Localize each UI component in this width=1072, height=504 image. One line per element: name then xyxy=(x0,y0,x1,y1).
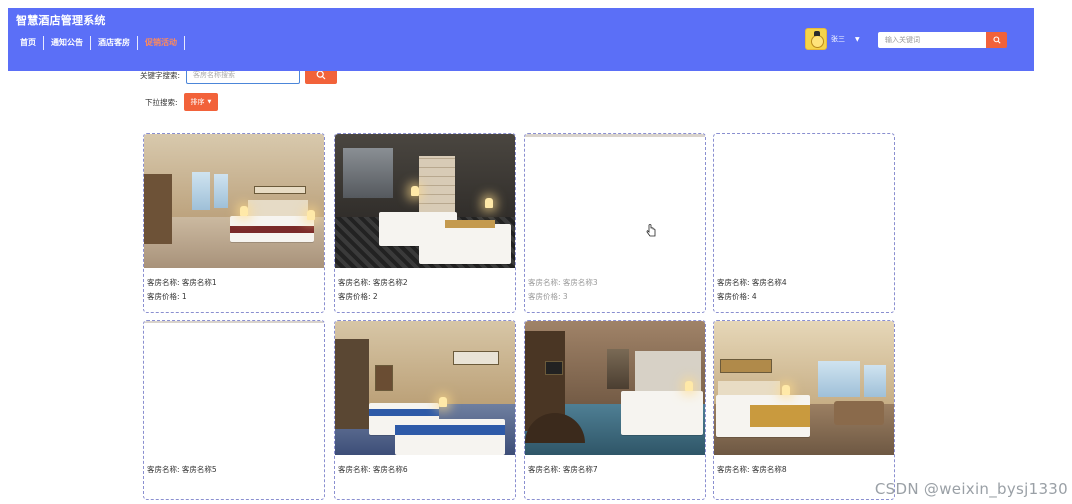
caret-down-icon: ▼ xyxy=(207,99,212,105)
sort-dropdown-button[interactable]: 排序 ▼ xyxy=(183,93,219,111)
room-price: 客房价格: 2 xyxy=(338,292,378,301)
nav-item-promotions[interactable]: 促销活动 xyxy=(138,36,185,50)
main-nav: 首页 通知公告 酒店客房 促销活动 xyxy=(16,34,185,52)
header-search xyxy=(878,32,1007,48)
room-price: 客房价格: 1 xyxy=(147,292,187,301)
header-search-input[interactable] xyxy=(878,32,986,48)
hotel-room-list-page: 智慧酒店管理系统 首页 通知公告 酒店客房 促销活动 张三 ▼ 关键字搜索: 下… xyxy=(0,0,1072,504)
room-photo xyxy=(525,321,705,455)
room-photo-placeholder xyxy=(525,134,705,268)
user-menu[interactable]: 张三 ▼ xyxy=(805,28,860,50)
room-card[interactable]: 客房名称: 客房名称8 xyxy=(713,320,895,500)
username[interactable]: 张三 xyxy=(831,34,845,44)
nav-item-notices[interactable]: 通知公告 xyxy=(44,36,91,50)
room-name: 客房名称: 客房名称1 xyxy=(147,278,217,287)
room-card[interactable]: 客房名称: 客房名称4 客房价格: 4 xyxy=(713,133,895,313)
sort-label: 排序 xyxy=(190,98,205,106)
site-title: 智慧酒店管理系统 xyxy=(16,14,106,27)
room-price: 客房价格: 4 xyxy=(717,292,757,301)
room-photo xyxy=(335,134,515,268)
room-price: 客房价格: 3 xyxy=(528,292,568,301)
room-photo xyxy=(714,321,894,455)
room-photo xyxy=(144,134,324,268)
keyword-filter-label: 关键字搜索: xyxy=(140,70,181,80)
room-card[interactable]: 客房名称: 客房名称7 xyxy=(524,320,706,500)
room-name: 客房名称: 客房名称7 xyxy=(528,465,598,474)
room-card[interactable]: 客房名称: 客房名称3 客房价格: 3 xyxy=(524,133,706,313)
hand-cursor-icon xyxy=(646,224,656,237)
room-name: 客房名称: 客房名称6 xyxy=(338,465,408,474)
room-name: 客房名称: 客房名称2 xyxy=(338,278,408,287)
top-header: 智慧酒店管理系统 首页 通知公告 酒店客房 促销活动 张三 ▼ xyxy=(8,8,1034,71)
room-name: 客房名称: 客房名称8 xyxy=(717,465,787,474)
nav-item-home[interactable]: 首页 xyxy=(16,36,44,50)
header-search-button[interactable] xyxy=(986,32,1007,48)
room-card[interactable]: 客房名称: 客房名称2 客房价格: 2 xyxy=(334,133,516,313)
room-photo xyxy=(335,321,515,455)
room-photo-placeholder xyxy=(144,321,324,455)
watermark: CSDN @weixin_bysj1330 xyxy=(874,480,1068,498)
dropdown-filter-label: 下拉搜索: xyxy=(145,97,178,107)
nav-item-rooms[interactable]: 酒店客房 xyxy=(91,36,138,50)
search-icon xyxy=(316,70,326,80)
room-card[interactable]: 客房名称: 客房名称5 xyxy=(143,320,325,500)
room-photo-placeholder xyxy=(714,134,894,268)
dropdown-filter: 下拉搜索: 排序 ▼ xyxy=(145,93,219,111)
room-card[interactable]: 客房名称: 客房名称6 xyxy=(334,320,516,500)
room-name: 客房名称: 客房名称4 xyxy=(717,278,787,287)
caret-down-icon[interactable]: ▼ xyxy=(855,36,860,43)
avatar-icon[interactable] xyxy=(805,28,827,50)
room-card[interactable]: 客房名称: 客房名称1 客房价格: 1 xyxy=(143,133,325,313)
room-name: 客房名称: 客房名称5 xyxy=(147,465,217,474)
room-name: 客房名称: 客房名称3 xyxy=(528,278,598,287)
search-icon xyxy=(992,36,1001,44)
